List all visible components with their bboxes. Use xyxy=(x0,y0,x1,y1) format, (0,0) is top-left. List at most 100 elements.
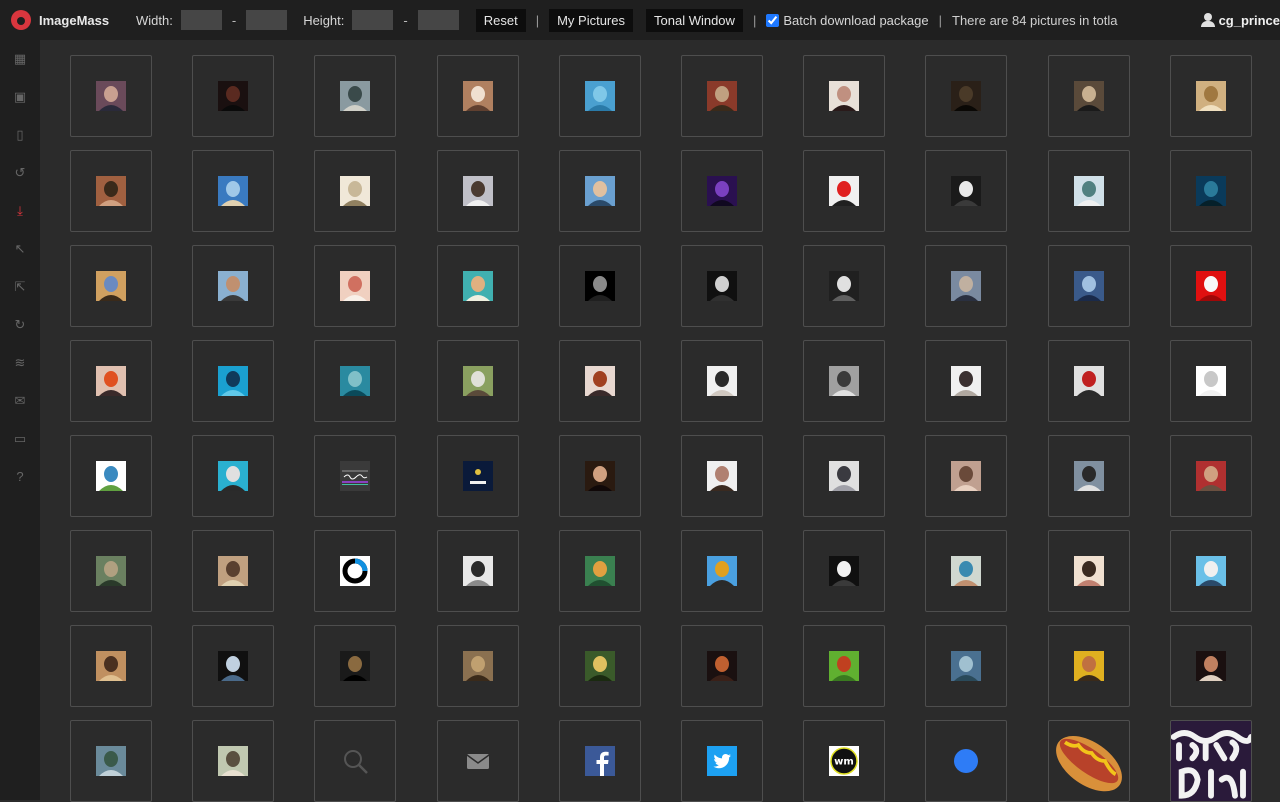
image-tile[interactable] xyxy=(70,530,152,612)
image-tile[interactable] xyxy=(70,55,152,137)
image-tile[interactable] xyxy=(436,435,519,517)
grid-icon[interactable]: ▦ xyxy=(12,51,28,67)
reset-button[interactable]: Reset xyxy=(475,8,526,32)
image-tile[interactable] xyxy=(925,530,1008,612)
image-tile[interactable] xyxy=(558,340,641,422)
image-tile[interactable] xyxy=(803,530,886,612)
image-tile[interactable] xyxy=(314,530,397,612)
document-icon[interactable]: ▯ xyxy=(12,127,28,143)
image-tile[interactable] xyxy=(192,245,275,327)
image-tile[interactable] xyxy=(436,530,519,612)
image-icon[interactable]: ▣ xyxy=(12,89,28,105)
image-tile[interactable] xyxy=(70,245,152,327)
my-pictures-button[interactable]: My Pictures xyxy=(549,8,633,32)
image-tile[interactable] xyxy=(681,245,763,327)
image-tile[interactable] xyxy=(314,435,397,517)
image-tile[interactable] xyxy=(558,435,641,517)
mail-icon[interactable]: ✉ xyxy=(12,393,28,409)
image-tile[interactable] xyxy=(192,625,275,707)
batch-download-option[interactable]: Batch download package xyxy=(766,13,929,28)
image-tile[interactable] xyxy=(70,720,152,802)
image-tile[interactable] xyxy=(436,340,519,422)
image-tile[interactable] xyxy=(558,150,641,232)
tonal-window-button[interactable]: Tonal Window xyxy=(646,8,743,32)
image-tile[interactable] xyxy=(925,150,1008,232)
image-tile[interactable] xyxy=(1047,245,1130,327)
image-tile[interactable] xyxy=(681,150,763,232)
image-tile[interactable] xyxy=(1169,150,1252,232)
image-tile[interactable] xyxy=(681,340,763,422)
image-tile[interactable] xyxy=(436,150,519,232)
image-tile[interactable] xyxy=(558,245,641,327)
image-tile[interactable] xyxy=(1169,245,1252,327)
image-tile[interactable] xyxy=(1047,720,1130,802)
image-tile[interactable]: wm xyxy=(803,720,886,802)
image-tile[interactable] xyxy=(925,720,1008,802)
image-tile[interactable] xyxy=(803,150,886,232)
image-tile[interactable] xyxy=(436,720,519,802)
image-tile[interactable] xyxy=(681,530,763,612)
image-tile[interactable] xyxy=(314,55,397,137)
help-icon[interactable]: ? xyxy=(12,469,28,485)
image-tile[interactable] xyxy=(314,245,397,327)
image-tile[interactable] xyxy=(70,150,152,232)
image-tile[interactable] xyxy=(436,625,519,707)
image-tile[interactable] xyxy=(925,245,1008,327)
image-tile[interactable] xyxy=(558,55,641,137)
image-tile[interactable] xyxy=(558,530,641,612)
image-tile[interactable] xyxy=(803,55,886,137)
image-tile[interactable] xyxy=(803,625,886,707)
width-min-input[interactable] xyxy=(180,10,222,30)
image-tile[interactable] xyxy=(1169,720,1252,802)
image-tile[interactable] xyxy=(1047,340,1130,422)
image-tile[interactable] xyxy=(70,340,152,422)
image-tile[interactable] xyxy=(192,530,275,612)
height-min-input[interactable] xyxy=(352,10,394,30)
batch-download-checkbox[interactable] xyxy=(766,13,780,27)
image-tile[interactable] xyxy=(314,720,397,802)
image-tile[interactable] xyxy=(925,55,1008,137)
height-max-input[interactable] xyxy=(417,10,459,30)
image-tile[interactable] xyxy=(1169,625,1252,707)
image-tile[interactable] xyxy=(1047,150,1130,232)
image-tile[interactable] xyxy=(192,340,275,422)
image-tile[interactable] xyxy=(803,340,886,422)
image-tile[interactable] xyxy=(436,245,519,327)
image-tile[interactable] xyxy=(314,625,397,707)
image-tile[interactable] xyxy=(192,435,275,517)
image-tile[interactable] xyxy=(1047,625,1130,707)
width-max-input[interactable] xyxy=(246,10,288,30)
image-tile[interactable] xyxy=(1169,435,1252,517)
image-tile[interactable] xyxy=(314,340,397,422)
refresh-icon[interactable]: ↻ xyxy=(12,317,28,333)
history-icon[interactable]: ↺ xyxy=(12,165,28,181)
image-tile[interactable] xyxy=(192,55,275,137)
image-tile[interactable] xyxy=(681,720,763,802)
image-tile[interactable] xyxy=(314,150,397,232)
image-tile[interactable] xyxy=(1047,55,1130,137)
app-logo[interactable]: ImageMass xyxy=(11,10,136,30)
layers-icon[interactable]: ≋ xyxy=(12,355,28,371)
image-tile[interactable] xyxy=(1047,435,1130,517)
image-tile[interactable] xyxy=(925,625,1008,707)
image-tile[interactable] xyxy=(70,435,152,517)
image-tile[interactable] xyxy=(192,720,275,802)
image-tile[interactable] xyxy=(1169,55,1252,137)
image-tile[interactable] xyxy=(925,435,1008,517)
image-tile[interactable] xyxy=(681,55,763,137)
cursor-icon[interactable]: ↖ xyxy=(12,241,28,257)
image-tile[interactable] xyxy=(436,55,519,137)
image-tile[interactable] xyxy=(681,435,763,517)
image-tile[interactable] xyxy=(192,150,275,232)
image-tile[interactable] xyxy=(1169,530,1252,612)
user-menu[interactable]: cg_prince xyxy=(1200,0,1280,40)
image-tile[interactable] xyxy=(558,625,641,707)
image-tile[interactable] xyxy=(1169,340,1252,422)
image-tile[interactable] xyxy=(803,435,886,517)
cursor-select-icon[interactable]: ⇱ xyxy=(12,279,28,295)
chat-icon[interactable]: ▭ xyxy=(12,431,28,447)
image-tile[interactable] xyxy=(925,340,1008,422)
image-tile[interactable] xyxy=(70,625,152,707)
image-tile[interactable] xyxy=(803,245,886,327)
image-tile[interactable] xyxy=(681,625,763,707)
